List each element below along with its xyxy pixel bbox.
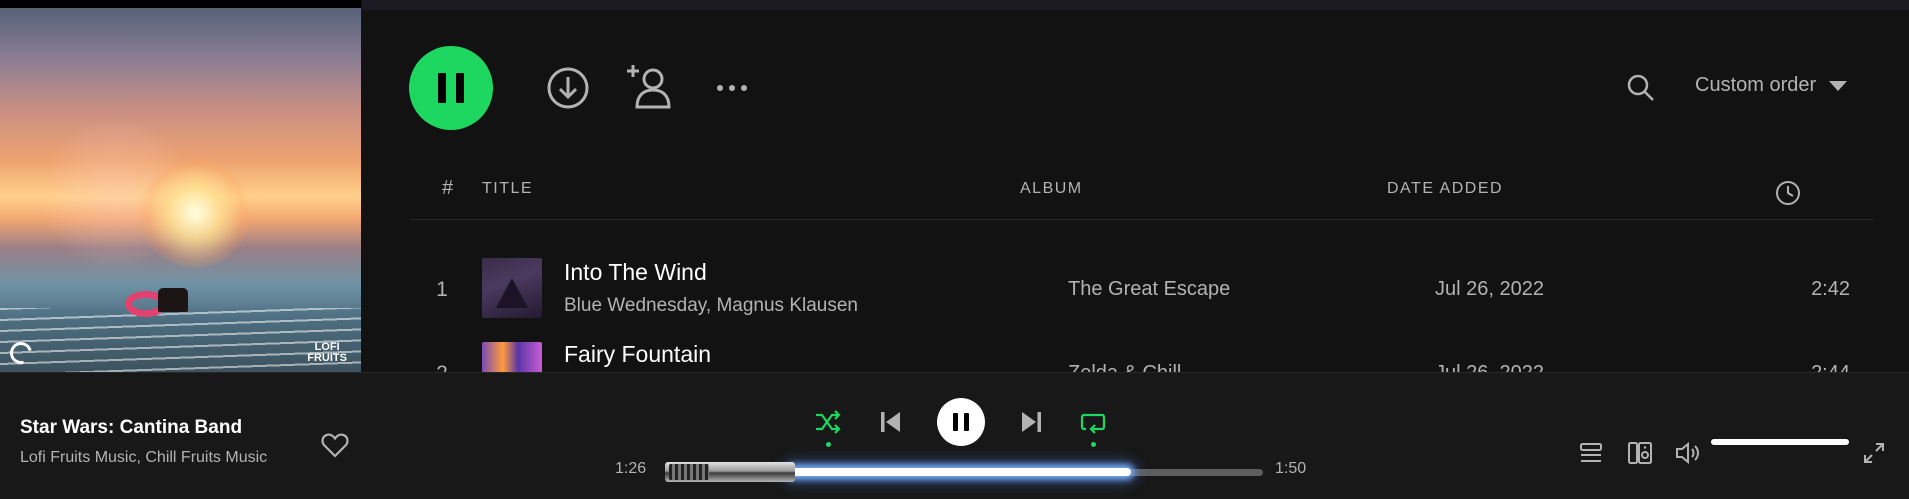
lightsaber-grip bbox=[669, 464, 709, 480]
download-icon bbox=[547, 67, 589, 109]
track-thumbnail bbox=[482, 342, 542, 372]
column-header-duration[interactable] bbox=[1775, 180, 1801, 206]
more-options-button[interactable] bbox=[712, 76, 752, 100]
volume-fill bbox=[1711, 439, 1849, 445]
header-divider bbox=[410, 219, 1873, 220]
repeat-active-indicator bbox=[1091, 442, 1096, 447]
now-playing-artists[interactable]: Lofi Fruits Music, Chill Fruits Music bbox=[20, 449, 267, 467]
caret-down-icon bbox=[1829, 80, 1848, 91]
header-band bbox=[362, 0, 1909, 10]
skip-forward-icon bbox=[1022, 412, 1041, 432]
total-time: 1:50 bbox=[1275, 460, 1307, 477]
shuffle-button[interactable] bbox=[812, 406, 844, 438]
more-icon bbox=[717, 85, 747, 91]
column-header-number: # bbox=[442, 177, 455, 199]
track-number: 1 bbox=[436, 278, 448, 301]
pause-icon bbox=[438, 73, 464, 103]
sort-dropdown[interactable]: Custom order bbox=[1695, 74, 1848, 97]
progress-fill bbox=[788, 468, 1131, 476]
previous-button[interactable] bbox=[874, 406, 906, 438]
skip-back-icon bbox=[881, 412, 900, 432]
shuffle-icon bbox=[816, 410, 841, 434]
album-art-image: LOFI FRUITS bbox=[0, 8, 361, 372]
track-title[interactable]: Fairy Fountain bbox=[564, 341, 711, 368]
queue-button[interactable] bbox=[1576, 438, 1606, 468]
track-row[interactable]: 2 Fairy Fountain Zelda & Chill Jul 26, 2… bbox=[410, 330, 1873, 372]
pause-button[interactable] bbox=[937, 398, 985, 446]
track-artists[interactable]: Blue Wednesday, Magnus Klausen bbox=[564, 295, 858, 317]
track-date-added: Jul 26, 2022 bbox=[1435, 362, 1544, 372]
track-duration: 2:42 bbox=[1811, 278, 1850, 300]
fullscreen-button[interactable] bbox=[1859, 438, 1889, 468]
album-art-brand: LOFI FRUITS bbox=[307, 341, 347, 364]
sort-label: Custom order bbox=[1695, 74, 1817, 96]
lightsaber-hilt-handle[interactable] bbox=[665, 462, 795, 482]
elapsed-time: 1:26 bbox=[615, 460, 647, 477]
playback-progress-bar[interactable] bbox=[665, 462, 1263, 482]
clock-icon bbox=[1776, 181, 1800, 205]
track-title[interactable]: Into The Wind bbox=[564, 259, 707, 286]
column-header-date-added[interactable]: DATE ADDED bbox=[1387, 180, 1503, 198]
repeat-icon bbox=[1080, 413, 1106, 434]
track-row[interactable]: 1 Into The Wind Blue Wednesday, Magnus K… bbox=[410, 246, 1873, 330]
column-header-title[interactable]: TITLE bbox=[482, 180, 533, 198]
expand-icon bbox=[1864, 443, 1884, 463]
album-cover: LOFI FRUITS bbox=[0, 0, 361, 372]
now-playing-bar: Star Wars: Cantina Band Lofi Fruits Musi… bbox=[0, 372, 1909, 499]
shuffle-active-indicator bbox=[826, 442, 831, 447]
search-icon bbox=[1627, 74, 1654, 101]
search-in-playlist-button[interactable] bbox=[1625, 72, 1657, 104]
now-playing-title[interactable]: Star Wars: Cantina Band bbox=[20, 417, 242, 439]
device-icon bbox=[1628, 442, 1652, 464]
volume-slider[interactable] bbox=[1711, 436, 1849, 448]
track-duration: 2:44 bbox=[1780, 362, 1850, 372]
heart-icon bbox=[321, 433, 349, 458]
track-date-added: Jul 26, 2022 bbox=[1435, 278, 1544, 300]
track-album[interactable]: The Great Escape bbox=[1068, 278, 1230, 301]
like-button[interactable] bbox=[318, 428, 352, 462]
album-art-sun bbox=[140, 158, 250, 268]
mute-button[interactable] bbox=[1673, 438, 1703, 468]
invite-collaborator-button[interactable] bbox=[624, 62, 674, 112]
next-button[interactable] bbox=[1016, 406, 1048, 438]
add-user-icon bbox=[627, 65, 671, 109]
playlist-pause-button[interactable] bbox=[409, 46, 493, 130]
volume-icon bbox=[1676, 441, 1699, 465]
track-number: 2 bbox=[410, 362, 474, 372]
album-art-chair bbox=[158, 288, 188, 312]
column-header-album[interactable]: ALBUM bbox=[1020, 180, 1083, 198]
queue-icon bbox=[1580, 443, 1602, 462]
repeat-button[interactable] bbox=[1077, 406, 1109, 438]
download-button[interactable] bbox=[546, 66, 590, 110]
playlist-main: Custom order # TITLE ALBUM DATE ADDED 1 … bbox=[362, 0, 1909, 372]
track-thumbnail bbox=[482, 258, 542, 318]
pause-icon bbox=[953, 413, 969, 431]
track-album[interactable]: Zelda & Chill bbox=[1068, 362, 1181, 372]
connect-device-button[interactable] bbox=[1625, 438, 1655, 468]
